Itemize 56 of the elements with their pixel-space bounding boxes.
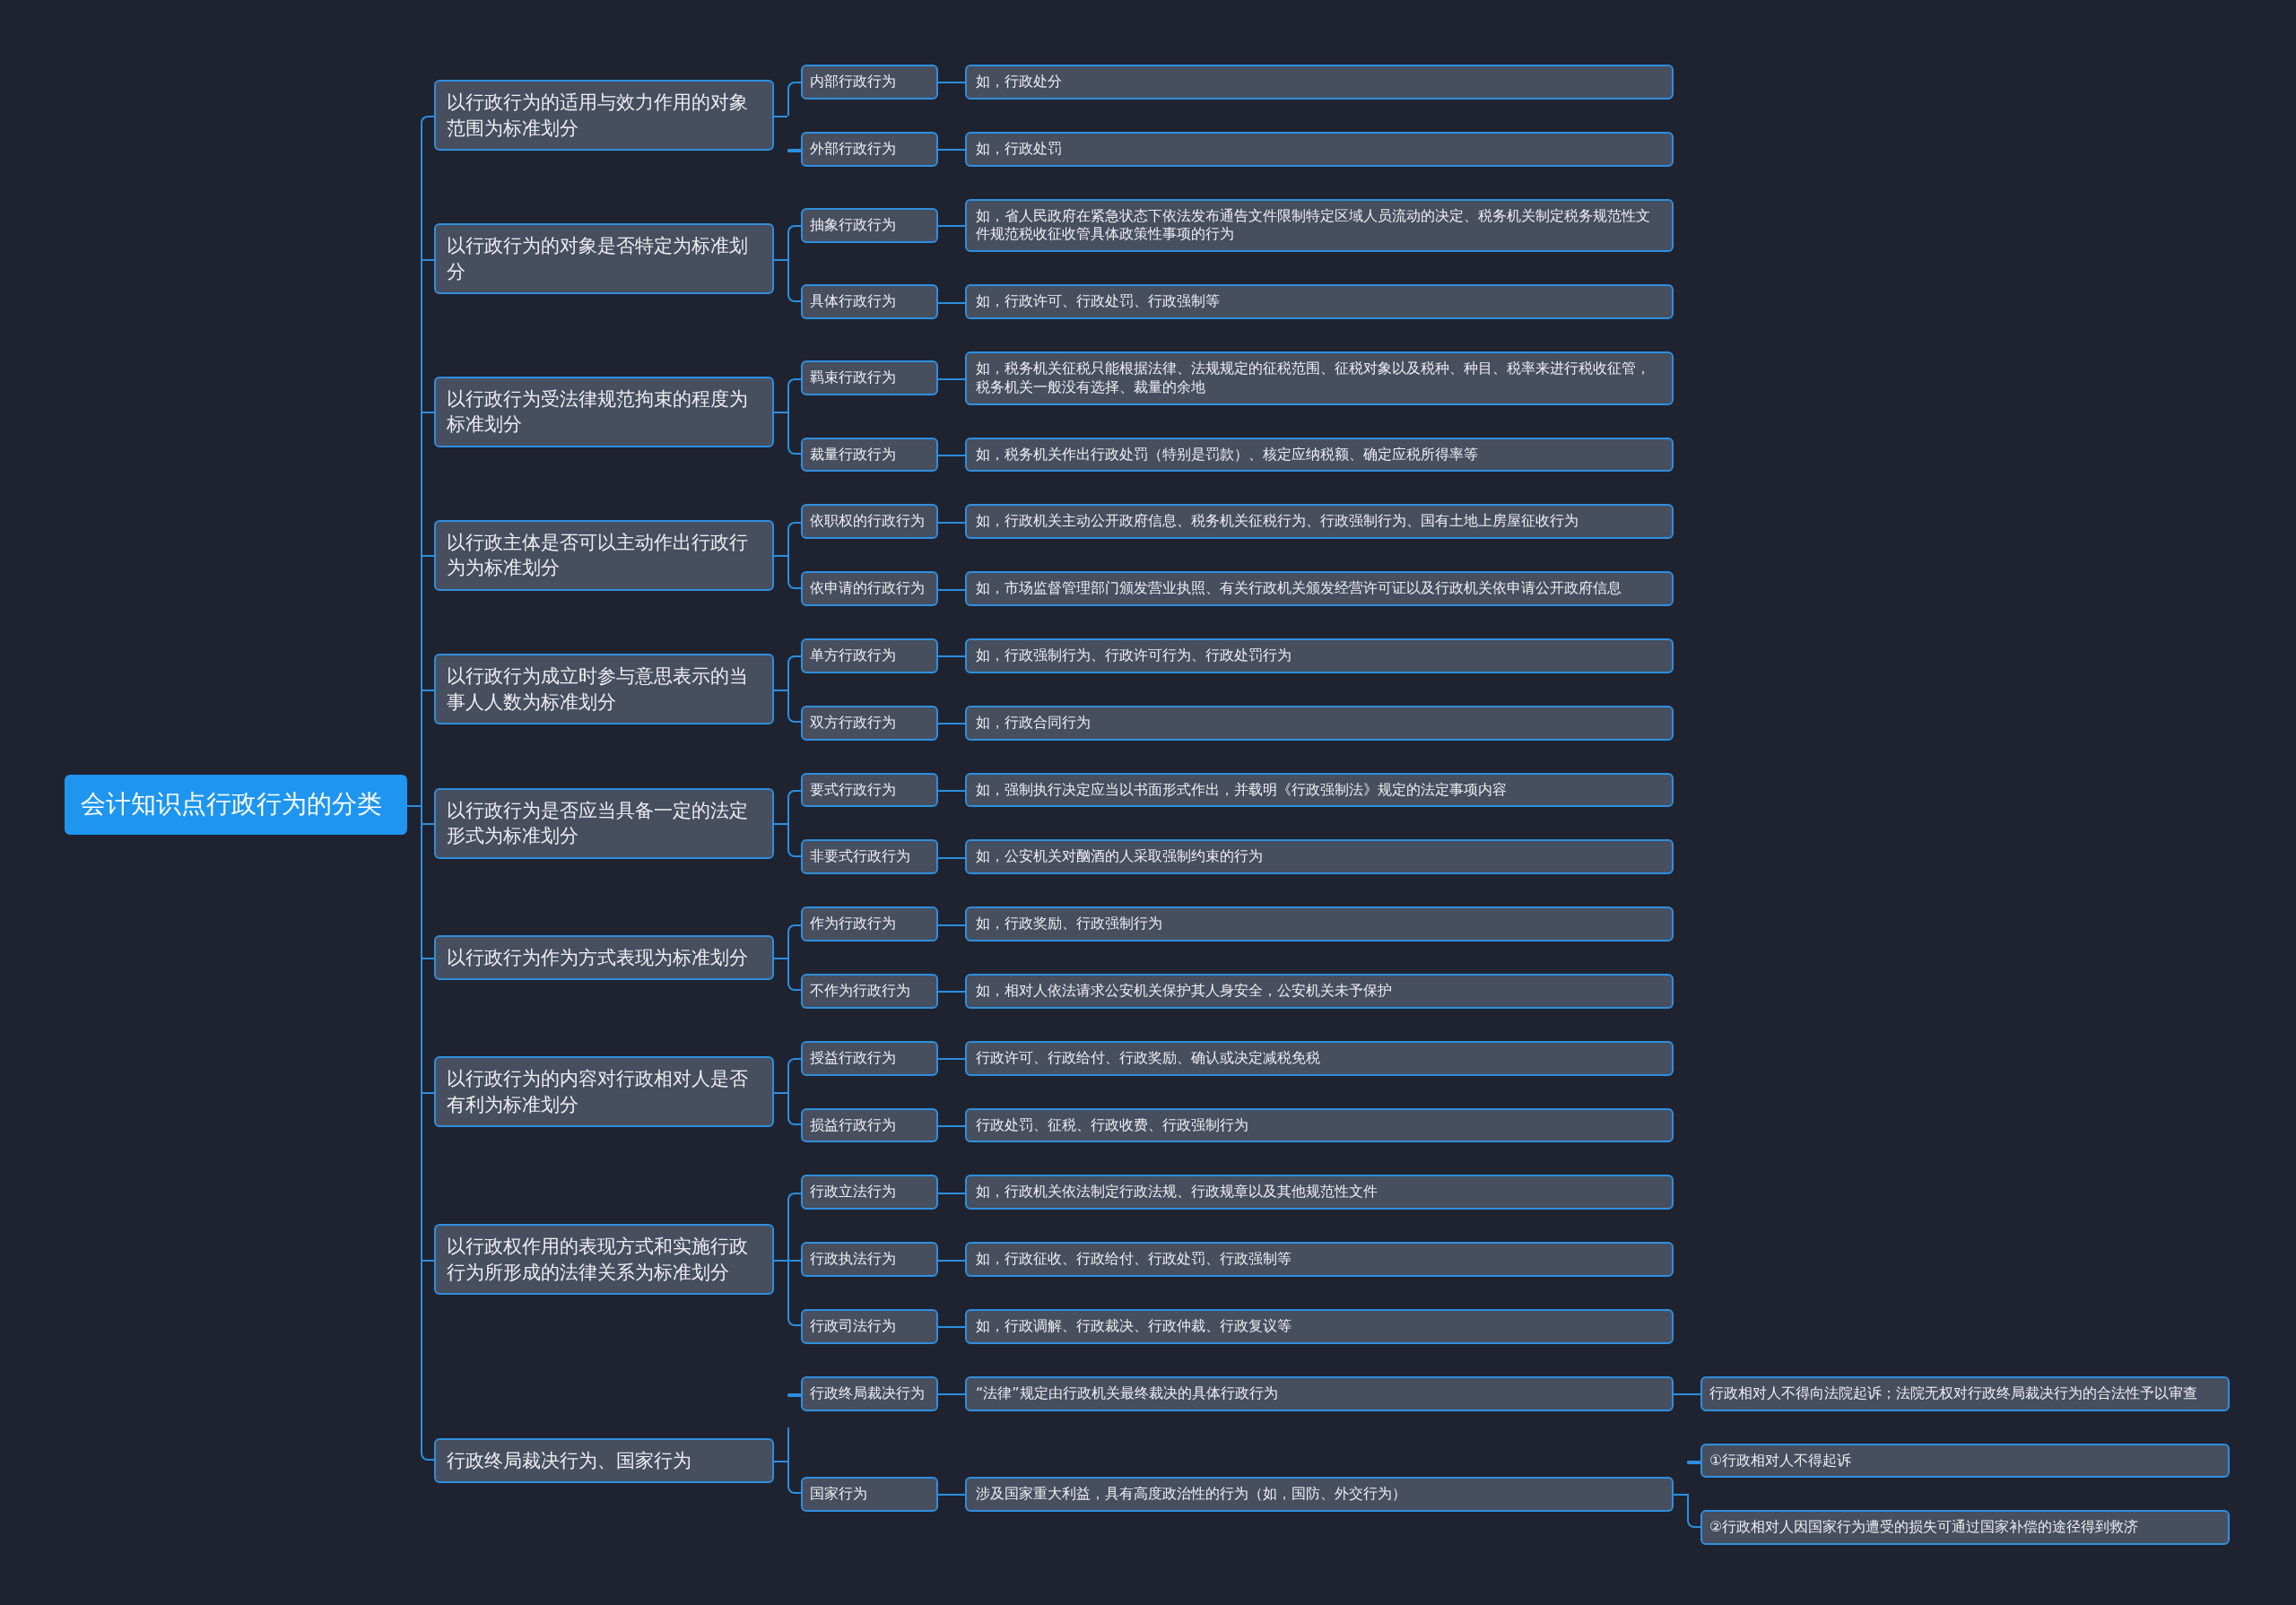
subtopic: 依申请的行政行为 — [801, 571, 938, 606]
detail-topic: 如，公安机关对酗酒的人采取强制约束的行为 — [965, 839, 1674, 875]
central-topic: 会计知识点行政行为的分类 — [65, 775, 407, 835]
subtopic: 行政终局裁决行为 — [801, 1375, 938, 1411]
note-topic: ②行政相对人因国家行为遭受的损失可通过国家补偿的途径得到救济 — [1700, 1510, 2230, 1546]
main-topic: 以行政行为的适用与效力作用的对象范围为标准划分 — [434, 80, 774, 152]
subtopic: 行政司法行为 — [801, 1308, 938, 1344]
detail-topic: “法律”规定由行政机关最终裁决的具体行政行为 — [965, 1375, 1674, 1411]
subtopic: 作为行政行为 — [801, 907, 938, 941]
main-topic: 以行政行为是否应当具备一定的法定形式为标准划分 — [434, 788, 774, 859]
main-topic: 以行政权作用的表现方式和实施行政行为所形成的法律关系为标准划分 — [434, 1224, 774, 1295]
detail-topic: 如，税务机关征税只能根据法律、法规规定的征税范围、征税对象以及税种、种目、税率来进行税收征管，税务机关一般没有选择、裁量的余地 — [965, 351, 1674, 405]
subtopic: 抽象行政行为 — [801, 208, 938, 243]
subtopic: 行政立法行为 — [801, 1175, 938, 1210]
main-topic: 以行政行为成立时参与意思表示的当事人人数为标准划分 — [434, 654, 774, 725]
note-topic: 行政相对人不得向法院起诉；法院无权对行政终局裁决行为的合法性予以审查 — [1700, 1375, 2230, 1411]
subtopic: 双方行政行为 — [801, 705, 938, 741]
subtopic: 损益行政行为 — [801, 1107, 938, 1143]
detail-topic: 如，行政许可、行政处罚、行政强制等 — [965, 284, 1674, 319]
main-topic: 以行政行为的对象是否特定为标准划分 — [434, 223, 774, 295]
note-topic: ①行政相对人不得起诉 — [1700, 1443, 2230, 1479]
detail-topic: 如，行政处分 — [965, 65, 1674, 100]
main-topic: 以行政主体是否可以主动作出行政行为为标准划分 — [434, 519, 774, 591]
subtopic: 行政执法行为 — [801, 1242, 938, 1277]
detail-topic: 如，行政机关主动公开政府信息、税务机关征税行为、行政强制行为、国有土地上房屋征收行为 — [965, 504, 1674, 540]
detail-topic: 如，税务机关作出行政处罚（特别是罚款）、核定应纳税额、确定应税所得率等 — [965, 437, 1674, 473]
detail-topic: 如，市场监督管理部门颁发营业执照、有关行政机关颁发经营许可证以及行政机关依申请公开政府信息 — [965, 571, 1674, 606]
main-topic: 以行政行为的内容对行政相对人是否有利为标准划分 — [434, 1056, 774, 1127]
detail-topic: 如，行政征收、行政给付、行政处罚、行政强制等 — [965, 1242, 1674, 1277]
subtopic: 依职权的行政行为 — [801, 504, 938, 540]
main-topic: 以行政行为作为方式表现为标准划分 — [434, 934, 774, 981]
detail-topic: 如，行政处罚 — [965, 131, 1674, 167]
detail-topic: 如，相对人依法请求公安机关保护其人身安全，公安机关未予保护 — [965, 973, 1674, 1009]
subtopic: 外部行政行为 — [801, 131, 938, 167]
main-topic: 以行政行为受法律规范拘束的程度为标准划分 — [434, 376, 774, 447]
detail-topic: 行政许可、行政给付、行政奖励、确认或决定减税免税 — [965, 1040, 1674, 1076]
detail-topic: 如，强制执行决定应当以书面形式作出，并载明《行政强制法》规定的法定事项内容 — [965, 772, 1674, 808]
subtopic: 要式行政行为 — [801, 772, 938, 808]
detail-topic: 如，行政强制行为、行政许可行为、行政处罚行为 — [965, 638, 1674, 673]
subtopic: 内部行政行为 — [801, 65, 938, 100]
detail-topic: 如，行政合同行为 — [965, 705, 1674, 741]
subtopic: 单方行政行为 — [801, 638, 938, 673]
subtopic: 国家行为 — [801, 1476, 938, 1512]
detail-topic: 如，省人民政府在紧急状态下依法发布通告文件限制特定区域人员流动的决定、税务机关制定税务规范性文件规范税收征收管具体政策性事项的行为 — [965, 198, 1674, 253]
subtopic: 非要式行政行为 — [801, 839, 938, 875]
detail-topic: 如，行政调解、行政裁决、行政仲裁、行政复议等 — [965, 1308, 1674, 1344]
detail-topic: 涉及国家重大利益，具有高度政治性的行为（如，国防、外交行为） — [965, 1476, 1674, 1512]
subtopic: 具体行政行为 — [801, 284, 938, 319]
detail-topic: 如，行政机关依法制定行政法规、行政规章以及其他规范性文件 — [965, 1175, 1674, 1210]
detail-topic: 行政处罚、征税、行政收费、行政强制行为 — [965, 1107, 1674, 1143]
subtopic: 授益行政行为 — [801, 1040, 938, 1076]
detail-topic: 如，行政奖励、行政强制行为 — [965, 907, 1674, 941]
main-topic: 行政终局裁决行为、国家行为 — [434, 1437, 774, 1484]
subtopic: 不作为行政行为 — [801, 973, 938, 1009]
subtopic: 羁束行政行为 — [801, 360, 938, 396]
subtopic: 裁量行政行为 — [801, 437, 938, 473]
